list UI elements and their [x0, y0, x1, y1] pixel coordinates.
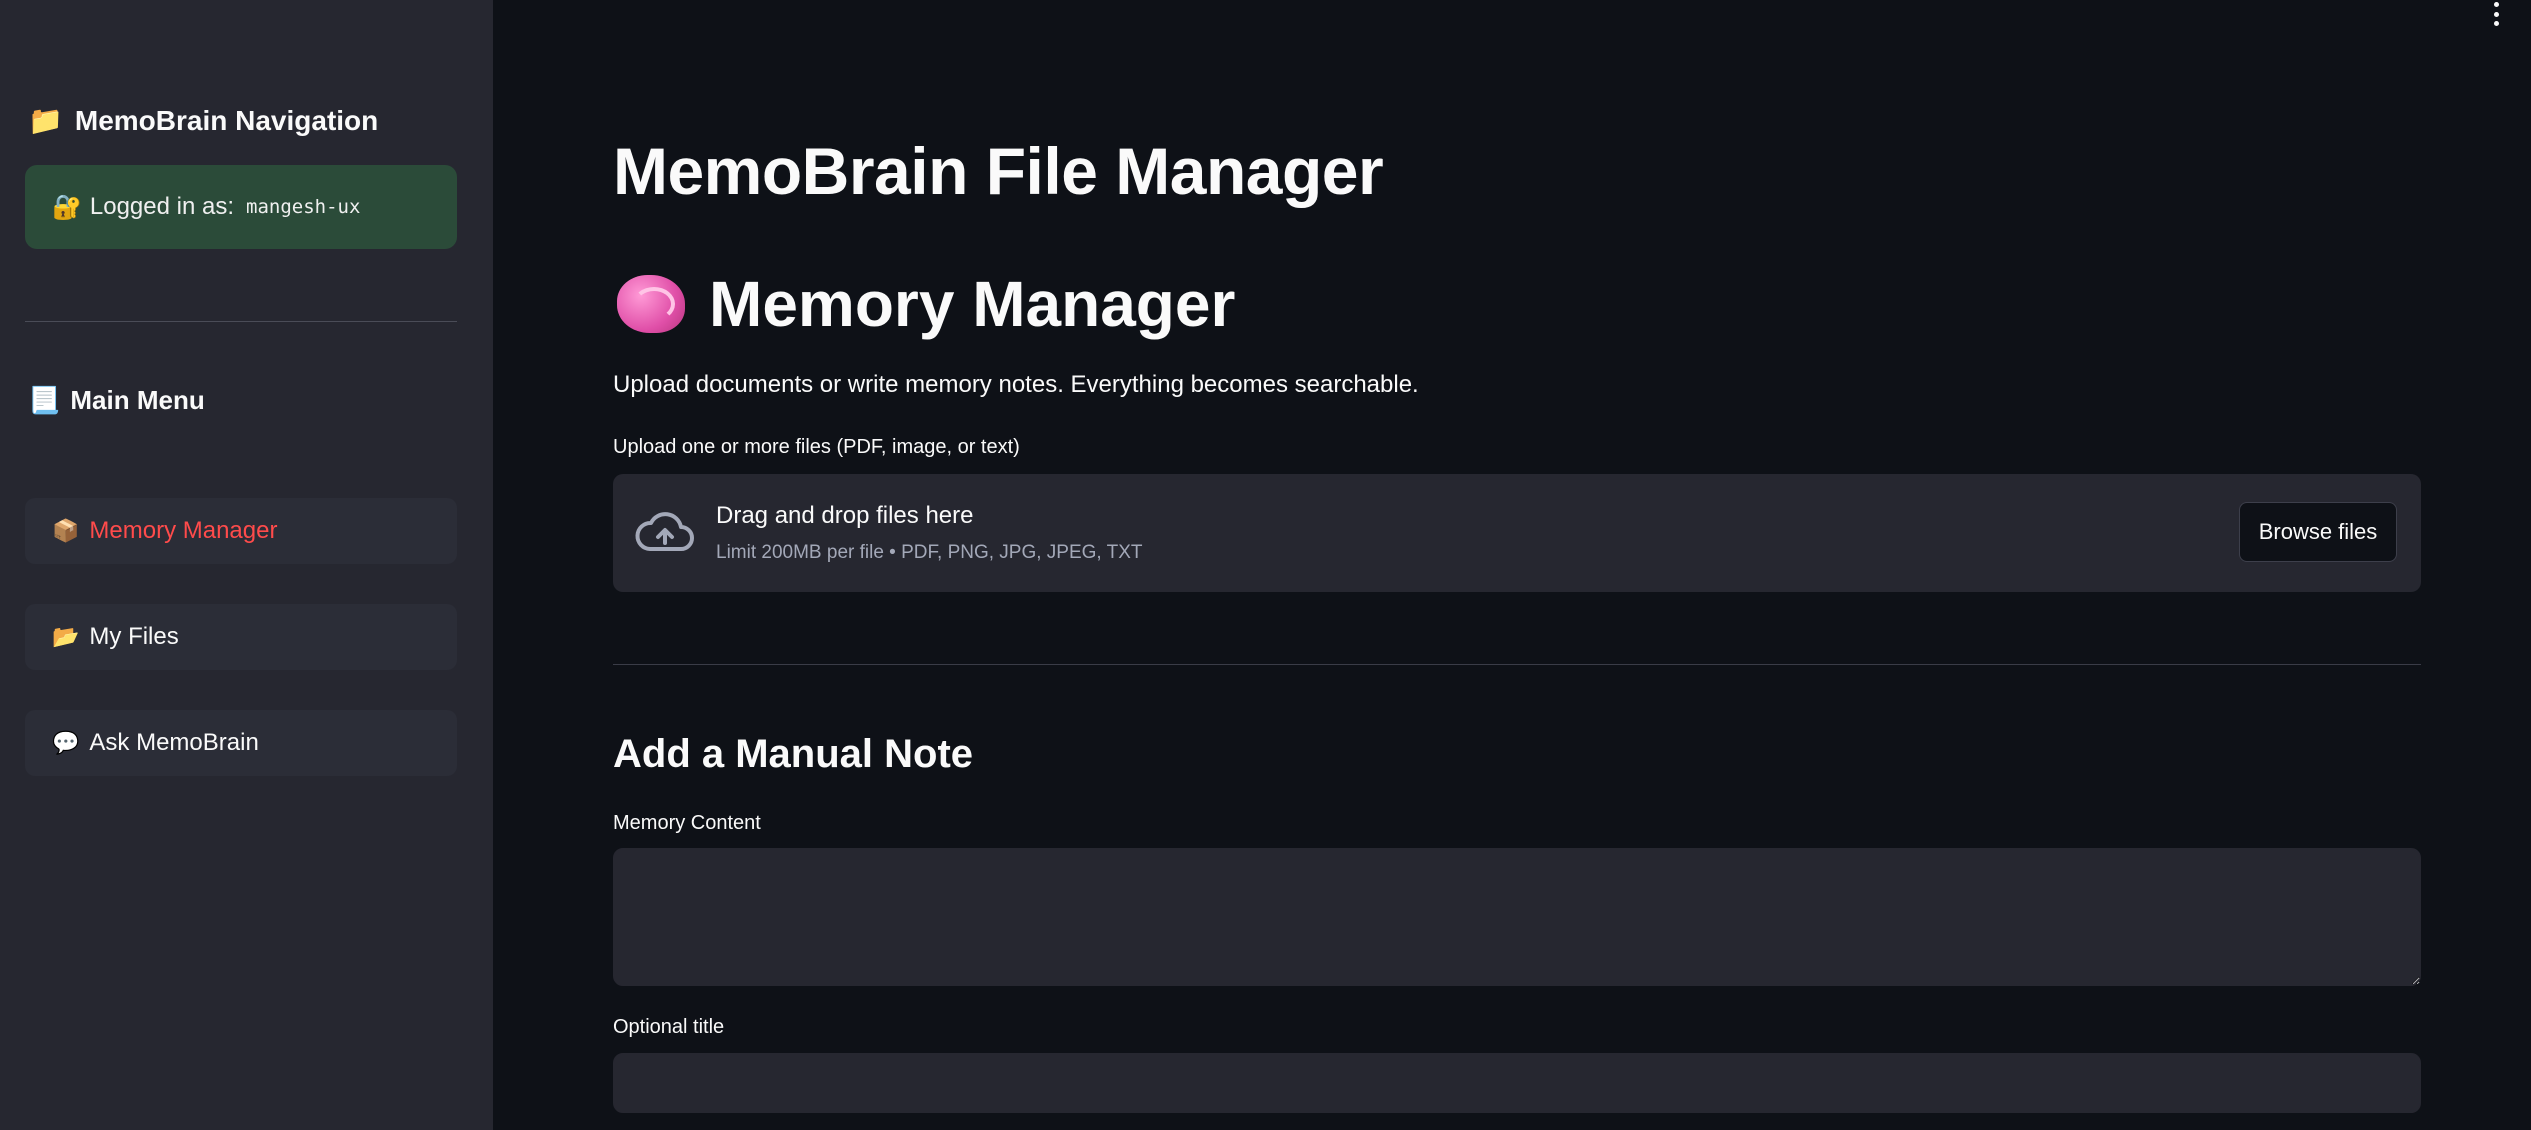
memory-content-textarea[interactable] [613, 848, 2421, 986]
more-options-icon[interactable] [2491, 2, 2501, 26]
section-title-text: Memory Manager [709, 268, 1236, 340]
section-title: Memory Manager [613, 267, 1235, 341]
sidebar-divider [25, 321, 457, 322]
dropzone-limit-text: Limit 200MB per file • PDF, PNG, JPG, JP… [716, 542, 1143, 563]
scroll-icon: 📃 [28, 385, 61, 415]
sidebar-item-my-files[interactable]: 📂 My Files [25, 604, 457, 670]
main-content: MemoBrain File Manager Memory Manager Up… [493, 0, 2531, 1130]
login-status-box: 🔐 Logged in as: mangesh-ux [25, 165, 457, 249]
lock-icon: 🔐 [52, 193, 82, 221]
memory-content-label: Memory Content [613, 812, 761, 834]
login-username: mangesh-ux [246, 196, 361, 218]
sidebar-heading: 📁 MemoBrain Navigation [28, 104, 378, 137]
optional-title-label: Optional title [613, 1016, 725, 1038]
page-description: Upload documents or write memory notes. … [613, 371, 1419, 398]
brain-icon [613, 269, 689, 339]
package-icon: 📦 [52, 518, 80, 543]
page-title: MemoBrain File Manager [613, 134, 1384, 208]
sidebar-item-label: My Files [89, 623, 179, 650]
optional-title-input[interactable] [613, 1053, 2421, 1113]
cloud-upload-icon [635, 512, 694, 551]
sidebar: 📁 MemoBrain Navigation 🔐 Logged in as: m… [0, 0, 493, 1130]
dropzone-title: Drag and drop files here [716, 502, 974, 529]
sidebar-item-label: Ask MemoBrain [89, 729, 259, 756]
file-dropzone[interactable]: Drag and drop files here Limit 200MB per… [613, 474, 2421, 592]
upload-label: Upload one or more files (PDF, image, or… [613, 436, 1020, 458]
speech-bubble-icon: 💬 [52, 730, 80, 755]
section-divider [613, 664, 2421, 665]
sidebar-item-memory-manager[interactable]: 📦 Memory Manager [25, 498, 457, 564]
login-label: Logged in as: [89, 193, 235, 220]
folder-icon: 📁 [28, 105, 63, 136]
manual-note-heading: Add a Manual Note [613, 732, 974, 776]
main-menu-heading-text: Main Menu [70, 385, 205, 415]
sidebar-heading-text: MemoBrain Navigation [74, 104, 379, 136]
main-menu-heading: 📃 Main Menu [28, 385, 205, 416]
sidebar-item-ask-memobrain[interactable]: 💬 Ask MemoBrain [25, 710, 457, 776]
sidebar-item-label: Memory Manager [89, 517, 278, 544]
folder-icon: 📂 [52, 624, 80, 649]
browse-files-button[interactable]: Browse files [2239, 502, 2397, 562]
